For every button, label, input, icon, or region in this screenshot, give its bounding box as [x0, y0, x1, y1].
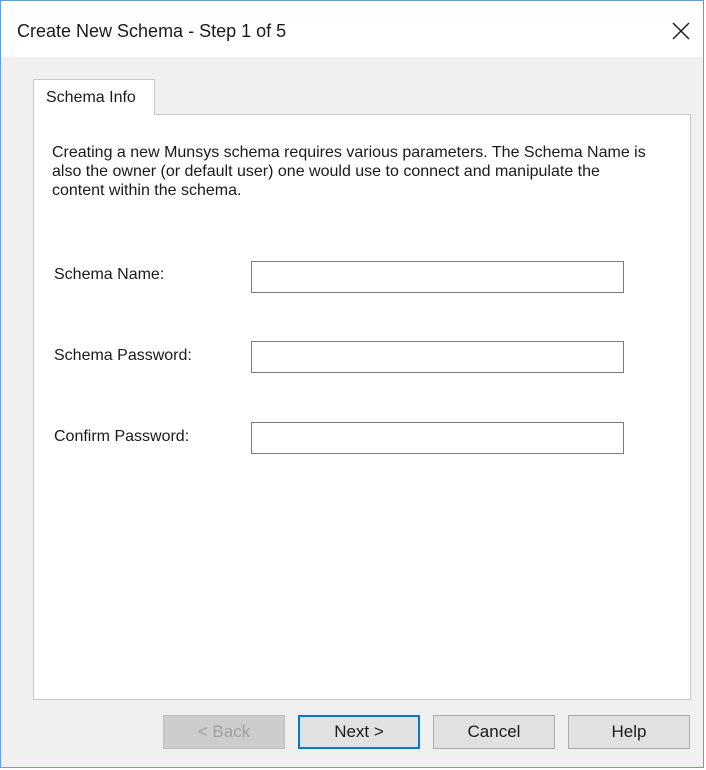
back-button[interactable]: < Back: [163, 715, 285, 749]
tab-label: Schema Info: [46, 89, 136, 106]
schema-password-input[interactable]: [251, 341, 624, 373]
close-button[interactable]: [659, 9, 703, 53]
title-bar: Create New Schema - Step 1 of 5: [1, 1, 703, 57]
description-text: Creating a new Munsys schema requires va…: [52, 144, 646, 199]
tab-panel: Creating a new Munsys schema requires va…: [33, 114, 691, 700]
cancel-button[interactable]: Cancel: [433, 715, 555, 749]
confirm-password-input[interactable]: [251, 422, 624, 454]
next-button[interactable]: Next >: [298, 715, 420, 749]
schema-name-input[interactable]: [251, 261, 624, 293]
schema-name-label: Schema Name:: [54, 266, 165, 283]
tab-schema-info[interactable]: Schema Info: [33, 79, 155, 115]
close-icon: [672, 22, 690, 40]
dialog-window: Create New Schema - Step 1 of 5 Schema I…: [0, 0, 704, 768]
window-title: Create New Schema - Step 1 of 5: [17, 21, 287, 41]
schema-password-label: Schema Password:: [54, 347, 192, 364]
confirm-password-label: Confirm Password:: [54, 428, 190, 445]
help-button[interactable]: Help: [568, 715, 690, 749]
